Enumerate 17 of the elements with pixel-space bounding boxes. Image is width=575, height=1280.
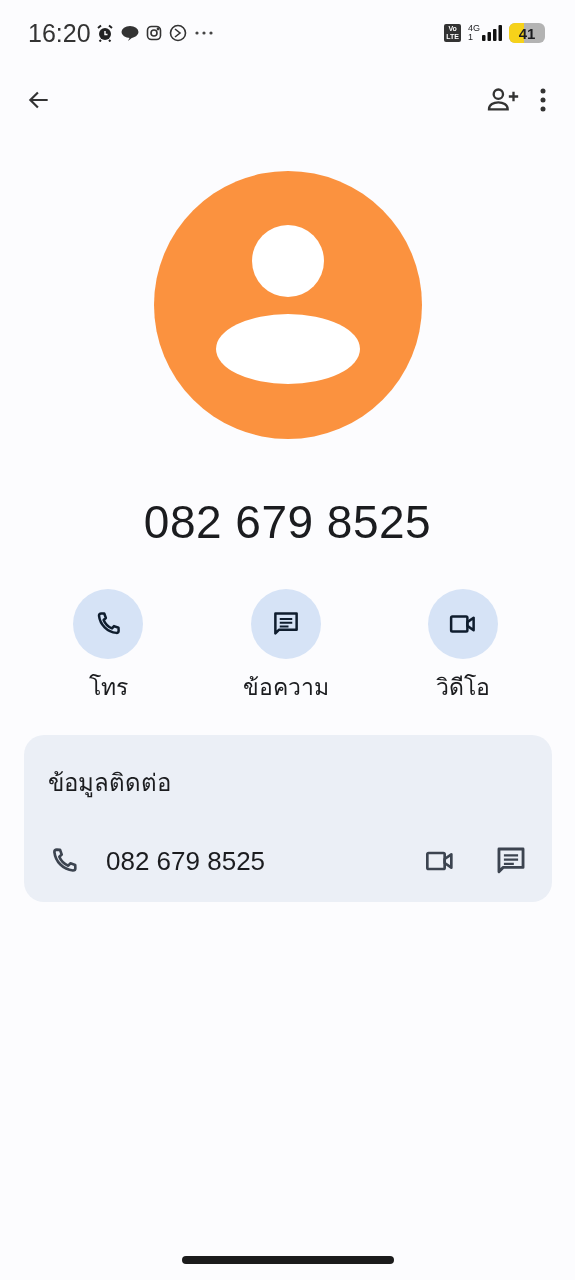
signal-icon (482, 25, 502, 41)
alarm-clock-icon (95, 24, 114, 42)
more-options-button[interactable] (539, 87, 547, 113)
video-action-button[interactable]: วิดีโอ (407, 589, 519, 705)
phone-number[interactable]: 082 679 8525 (106, 845, 266, 877)
sim-label: 1 (468, 33, 474, 42)
chat-bubble-icon (120, 25, 139, 41)
network-label: 4G (468, 24, 480, 33)
message-action-button[interactable]: ข้อความ (229, 589, 342, 705)
camera-icon (145, 25, 162, 41)
phone-number-title: 082 679 8525 (142, 495, 433, 549)
more-dots-icon (193, 30, 214, 36)
contact-info-heading: ข้อมูลติดต่อ (48, 768, 172, 800)
arrow-circle-icon (168, 24, 187, 42)
call-action-button[interactable]: โทร (52, 589, 164, 705)
status-time: 16:20 (28, 18, 91, 48)
add-contact-button[interactable] (485, 86, 521, 114)
